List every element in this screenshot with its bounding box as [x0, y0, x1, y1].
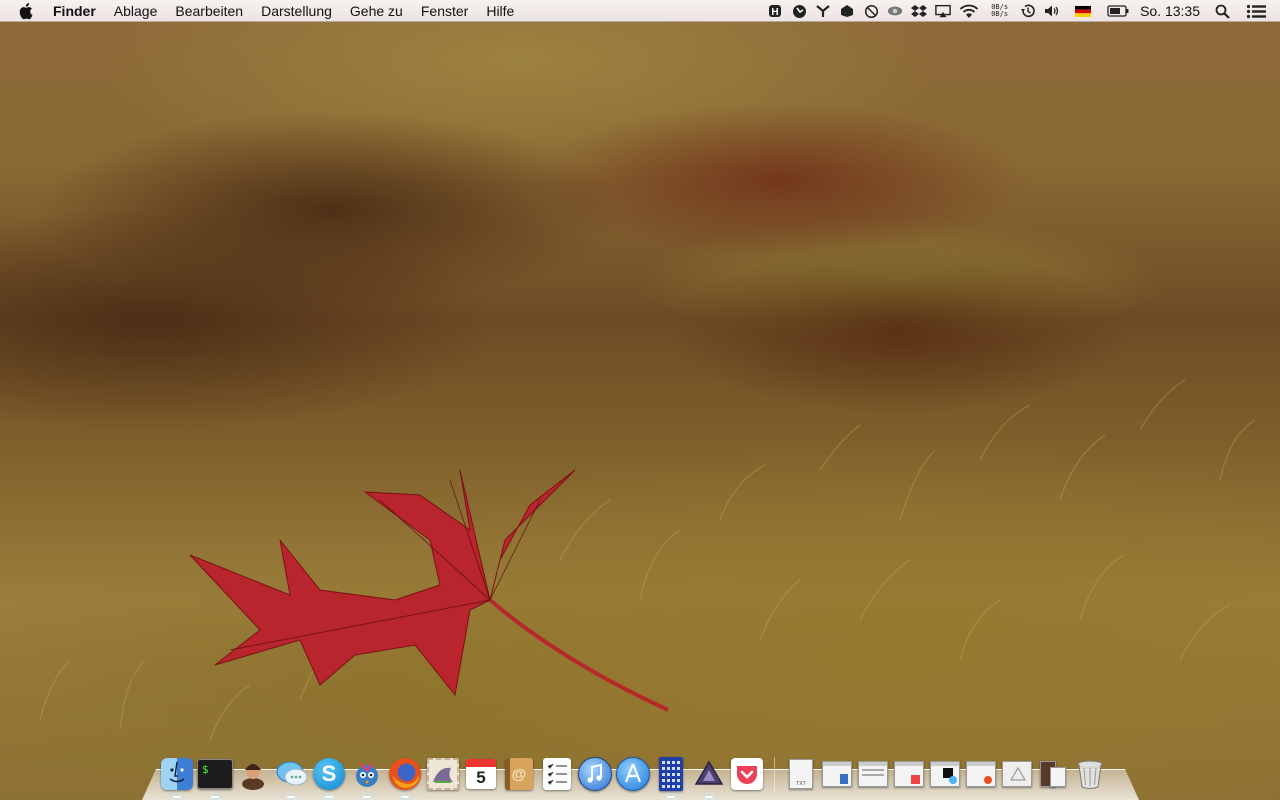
running-indicator [173, 796, 181, 798]
document-type-label: TXT [796, 781, 806, 787]
menu-clock[interactable]: So. 13:35 [1140, 3, 1200, 19]
menu-ablage[interactable]: Ablage [105, 0, 167, 22]
wallpaper-art [39, 379, 1256, 741]
eye-icon[interactable] [887, 3, 903, 19]
dock: $ S 5 @ TXT [142, 755, 1139, 800]
dock-window-thumbnail-4[interactable] [928, 759, 962, 789]
running-indicator [705, 796, 713, 798]
running-indicator [325, 796, 333, 798]
menu-gehe-zu[interactable]: Gehe zu [341, 0, 412, 22]
bartender-icon[interactable] [839, 3, 855, 19]
dock-window-thumbnail-1[interactable] [820, 759, 854, 789]
time-machine-icon[interactable] [1020, 3, 1036, 19]
dock-skype-icon[interactable]: S [310, 755, 348, 798]
dock-alfred-icon[interactable] [234, 755, 272, 793]
terminal-prompt: $ [202, 763, 209, 776]
network-meter[interactable]: 0B/s 0B/s [991, 4, 1008, 18]
menu-app-finder[interactable]: Finder [49, 0, 105, 22]
menu-hilfe[interactable]: Hilfe [477, 0, 523, 22]
dock-separator [774, 757, 775, 793]
dock-firefox-icon[interactable] [386, 755, 424, 798]
net-download-rate: 0B/s [991, 10, 1009, 18]
dock-terminal-icon[interactable]: $ [196, 755, 234, 798]
dock-triangle-app-icon[interactable] [690, 755, 728, 798]
dock-window-thumbnail-3[interactable] [892, 759, 926, 789]
dock-tweetbot-icon[interactable] [348, 755, 386, 798]
do-not-disturb-icon[interactable] [863, 3, 879, 19]
menu-bar: Finder Ablage Bearbeiten Darstellung Geh… [0, 0, 1280, 22]
hyperdock-icon[interactable]: H [767, 3, 783, 19]
cloud-app-icon[interactable] [815, 3, 831, 19]
german-flag-icon[interactable] [1074, 3, 1092, 19]
menu-darstellung[interactable]: Darstellung [252, 0, 341, 22]
dock-itunes-icon[interactable] [576, 755, 614, 793]
dock-window-thumbnail-6[interactable] [1000, 759, 1034, 789]
dock-contacts-icon[interactable]: @ [500, 755, 538, 793]
airplay-icon[interactable] [935, 3, 952, 19]
running-indicator [401, 796, 409, 798]
dock-downloads-stack[interactable] [1036, 759, 1070, 789]
dropbox-icon[interactable] [911, 3, 928, 19]
svg-text:H: H [772, 7, 779, 18]
dock-calendar-icon[interactable]: 5 [462, 755, 500, 793]
dock-window-thumbnail-5[interactable] [964, 759, 998, 789]
calendar-date: 5 [476, 768, 486, 787]
running-indicator [211, 796, 219, 798]
skype-glyph: S [321, 761, 337, 786]
contacts-glyph: @ [511, 765, 527, 783]
spotlight-icon[interactable] [1214, 3, 1230, 19]
running-indicator [363, 796, 371, 798]
dock-finder-icon[interactable] [158, 755, 196, 798]
dock-app-store-icon[interactable] [614, 755, 652, 793]
volume-icon[interactable] [1044, 3, 1060, 19]
running-indicator [667, 796, 675, 798]
dock-reminders-icon[interactable] [538, 755, 576, 793]
dock-text-document-icon[interactable]: TXT [784, 759, 818, 789]
dock-calculator-icon[interactable] [652, 755, 690, 798]
notification-center-icon[interactable] [1246, 3, 1266, 19]
dock-pocket-icon[interactable] [728, 755, 766, 793]
running-indicator [287, 796, 295, 798]
dock-mail-icon[interactable] [424, 755, 462, 793]
desktop-wallpaper [0, 0, 1280, 800]
skype-status-icon[interactable] [791, 3, 807, 19]
battery-icon[interactable] [1106, 3, 1130, 19]
dock-trash-icon[interactable] [1071, 755, 1109, 793]
menu-fenster[interactable]: Fenster [412, 0, 477, 22]
dock-messages-icon[interactable] [272, 755, 310, 798]
wifi-icon[interactable] [959, 3, 979, 19]
apple-icon[interactable] [19, 2, 37, 20]
dock-window-thumbnail-2[interactable] [856, 759, 890, 789]
menu-bearbeiten[interactable]: Bearbeiten [166, 0, 252, 22]
